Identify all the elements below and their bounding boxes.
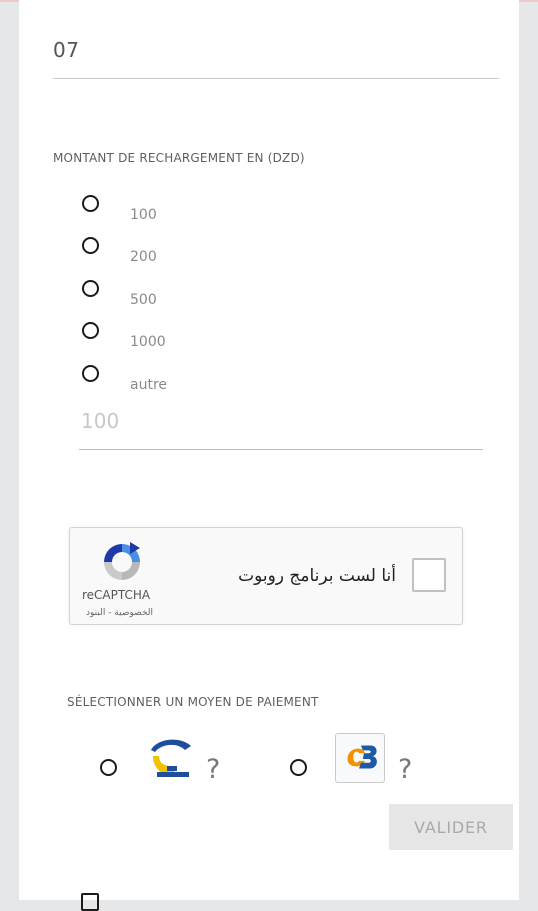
phone-number-field[interactable]: 07 bbox=[53, 28, 499, 79]
radio-button[interactable] bbox=[82, 280, 99, 297]
recaptcha-checkbox[interactable] bbox=[412, 558, 446, 592]
amount-option-200[interactable]: 200 bbox=[82, 237, 382, 277]
cib-help-icon[interactable]: ? bbox=[398, 754, 412, 785]
radio-button[interactable] bbox=[82, 322, 99, 339]
amount-option-label: 1000 bbox=[130, 334, 166, 350]
payment-radio-cib[interactable] bbox=[290, 759, 307, 776]
amount-section-label: MONTANT DE RECHARGEMENT EN (DZD) bbox=[53, 151, 305, 165]
phone-number-value: 07 bbox=[53, 38, 80, 62]
amount-option-label: 500 bbox=[130, 292, 157, 308]
cib-logo-icon[interactable] bbox=[335, 733, 385, 783]
terms-checkbox[interactable] bbox=[81, 893, 99, 911]
recharge-form-card: 07 MONTANT DE RECHARGEMENT EN (DZD) 100 … bbox=[19, 0, 519, 911]
amount-option-label: 100 bbox=[130, 207, 157, 223]
edahabia-card-icon[interactable] bbox=[147, 736, 195, 782]
radio-button[interactable] bbox=[82, 365, 99, 382]
radio-button[interactable] bbox=[82, 195, 99, 212]
recaptcha-brand: reCAPTCHA bbox=[82, 588, 151, 602]
amount-option-label: 200 bbox=[130, 249, 157, 265]
custom-amount-input[interactable] bbox=[79, 408, 487, 434]
amount-option-autre[interactable]: autre bbox=[82, 365, 382, 405]
amount-option-100[interactable]: 100 bbox=[82, 195, 382, 235]
recaptcha-label: أنا لست برنامج روبوت bbox=[238, 566, 396, 586]
radio-button[interactable] bbox=[82, 237, 99, 254]
payment-radio-edahabia[interactable] bbox=[100, 759, 117, 776]
valider-button[interactable]: VALIDER bbox=[389, 804, 513, 850]
recaptcha-logo-icon bbox=[104, 542, 140, 580]
payment-section-label: SÉLECTIONNER UN MOYEN DE PAIEMENT bbox=[67, 695, 319, 709]
amount-option-500[interactable]: 500 bbox=[82, 280, 382, 320]
custom-amount-field[interactable] bbox=[79, 400, 487, 450]
recaptcha-privacy-terms-links[interactable]: الخصوصية - البنود bbox=[86, 608, 166, 618]
recaptcha-widget: أنا لست برنامج روبوت reCAPTCHA الخصوصية … bbox=[69, 527, 463, 625]
amount-option-label: autre bbox=[130, 377, 168, 393]
edahabia-help-icon[interactable]: ? bbox=[206, 754, 220, 785]
amount-option-1000[interactable]: 1000 bbox=[82, 322, 382, 362]
